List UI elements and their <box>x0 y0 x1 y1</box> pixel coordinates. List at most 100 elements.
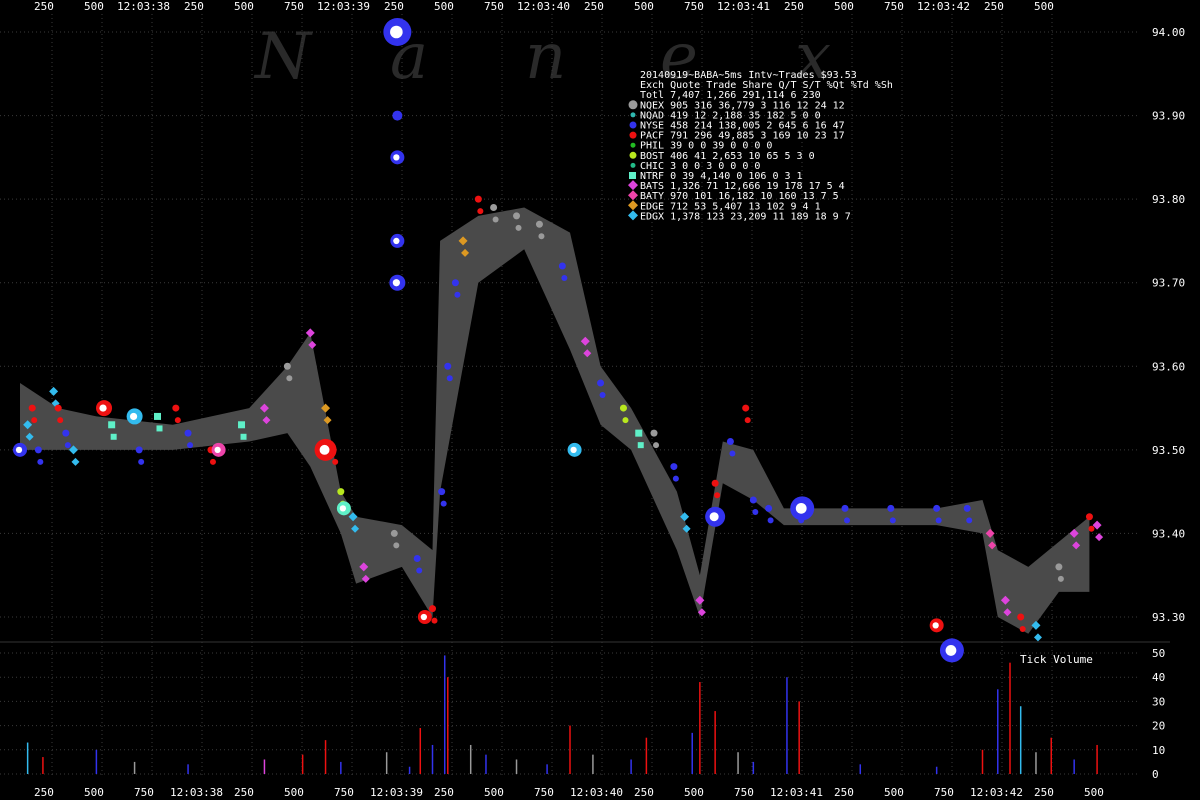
trade-point <box>1085 513 1093 521</box>
trade-point <box>238 421 246 429</box>
large-trade-highlight <box>319 444 330 455</box>
trade-point <box>765 504 773 512</box>
trade-point <box>209 458 216 465</box>
trade-point <box>451 279 459 287</box>
trade-point <box>174 417 181 424</box>
trade-point <box>650 429 658 437</box>
large-trade-highlight <box>795 502 807 514</box>
trade-point <box>54 404 62 412</box>
trade-point <box>71 457 80 466</box>
trade-point <box>337 488 345 496</box>
large-trade-highlight <box>129 412 138 421</box>
trade-point <box>390 529 398 537</box>
trade-point <box>1095 533 1104 542</box>
time-tick-bottom: 500 <box>484 786 504 799</box>
trade-point <box>393 542 400 549</box>
large-trade-highlight <box>945 645 957 656</box>
time-tick-bottom: 500 <box>884 786 904 799</box>
trade-point <box>1033 633 1042 642</box>
trade-point <box>187 442 194 449</box>
trade-point <box>513 212 521 220</box>
trade-point <box>490 204 498 211</box>
trade-point <box>413 555 421 562</box>
time-tick-bottom: 250 <box>34 786 54 799</box>
legend-marker <box>630 112 636 118</box>
time-tick-bottom: 12:03:39 <box>370 786 423 799</box>
trade-point <box>935 517 942 524</box>
trade-point <box>57 417 64 424</box>
large-trade-highlight <box>393 237 400 245</box>
trade-point <box>752 509 759 515</box>
large-trade-highlight <box>420 613 428 621</box>
watermark-letter: N <box>253 20 313 94</box>
trade-point <box>729 450 736 457</box>
time-tick-top: 750 <box>284 0 304 13</box>
trade-point <box>416 567 423 574</box>
time-tick-top: 500 <box>1034 0 1054 13</box>
volume-bars <box>26 655 1098 774</box>
legend-marker <box>630 162 636 168</box>
legend-marker <box>629 172 636 179</box>
trade-point <box>597 379 605 387</box>
trade-point <box>64 442 71 449</box>
trade-point <box>515 224 522 231</box>
trade-point <box>492 216 499 223</box>
trade-point <box>933 504 941 512</box>
time-tick-bottom: 500 <box>84 786 104 799</box>
trade-point <box>49 386 59 396</box>
time-tick-top: 750 <box>484 0 504 13</box>
time-tick-top: 500 <box>634 0 654 13</box>
trade-markers <box>13 18 1104 663</box>
time-tick-top: 500 <box>234 0 254 13</box>
trade-point <box>1088 525 1095 532</box>
trade-point <box>1055 563 1063 571</box>
time-tick-bottom: 250 <box>834 786 854 799</box>
price-tick-label: 93.90 <box>1152 110 1185 123</box>
trade-point <box>561 275 568 281</box>
grid <box>0 14 1170 775</box>
legend-marker <box>629 121 637 129</box>
trade-point <box>37 458 44 465</box>
trade-point <box>670 463 678 471</box>
time-tick-top: 12:03:38 <box>117 0 170 13</box>
volume-tick-label: 10 <box>1152 744 1165 757</box>
time-tick-bottom: 500 <box>284 786 304 799</box>
time-tick-top: 250 <box>784 0 804 13</box>
price-tick-label: 93.30 <box>1152 611 1185 624</box>
trade-point <box>726 438 734 445</box>
large-trade-highlight <box>99 404 107 412</box>
volume-tick-label: 50 <box>1152 647 1165 660</box>
trade-point <box>1057 575 1064 582</box>
trade-point <box>477 208 484 215</box>
legend-marker <box>629 131 637 139</box>
trade-point <box>1019 626 1026 632</box>
large-trade-highlight <box>214 446 221 454</box>
trade-point <box>474 195 482 203</box>
time-tick-top: 250 <box>34 0 54 13</box>
large-trade-highlight <box>709 512 719 522</box>
time-tick-bottom: 500 <box>1084 786 1104 799</box>
trade-point <box>767 517 774 524</box>
trade-point <box>34 446 42 454</box>
time-tick-bottom: 750 <box>734 786 754 799</box>
trade-point <box>653 442 660 449</box>
time-tick-bottom: 750 <box>134 786 154 799</box>
time-tick-top: 12:03:39 <box>317 0 370 13</box>
time-tick-bottom: 12:03:42 <box>970 786 1023 799</box>
trade-point <box>135 446 143 454</box>
watermark-letter: n <box>525 20 566 94</box>
trade-point <box>711 479 719 487</box>
time-tick-top: 750 <box>884 0 904 13</box>
trade-point <box>108 421 116 429</box>
price-tick-label: 93.40 <box>1152 527 1185 540</box>
trade-point <box>844 517 850 524</box>
exchange-legend: 20140919~BABA~5ms Intv~Trades $93.53Exch… <box>628 70 893 222</box>
trade-point <box>714 492 721 499</box>
time-tick-bottom: 750 <box>334 786 354 799</box>
time-tick-top: 12:03:40 <box>517 0 570 13</box>
trade-point <box>240 433 247 440</box>
trade-point <box>963 504 971 512</box>
volume-label: Tick Volume <box>1020 653 1093 666</box>
trade-point <box>332 458 339 465</box>
time-tick-bottom: 250 <box>1034 786 1054 799</box>
